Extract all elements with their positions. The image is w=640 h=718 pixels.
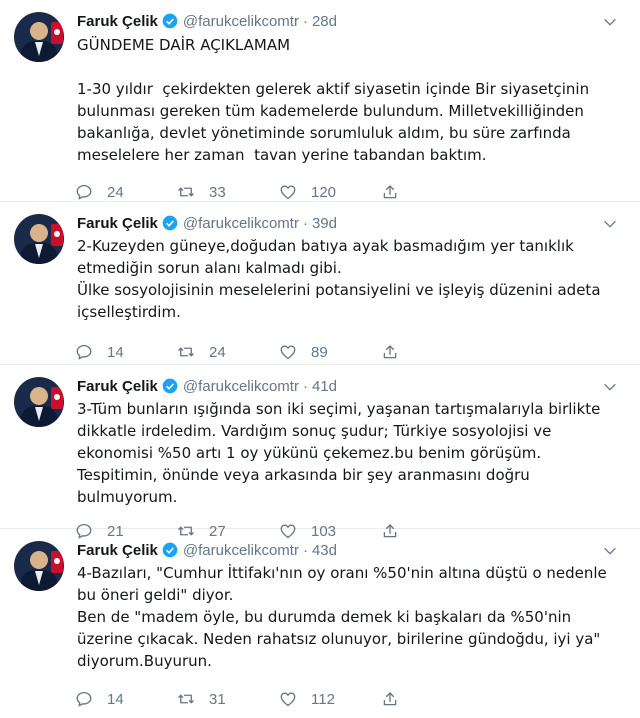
reply-icon [76, 691, 92, 707]
tweet-header: Faruk Çelik @farukcelikcomtr · 43d [77, 539, 620, 561]
reply-count: 24 [107, 183, 124, 201]
chevron-down-icon[interactable] [602, 216, 618, 232]
avatar[interactable] [14, 541, 64, 591]
tweet-header: Faruk Çelik @farukcelikcomtr · 39d [77, 212, 620, 234]
heart-icon [280, 692, 296, 707]
author-name[interactable]: Faruk Çelik [77, 542, 158, 559]
tweet-actions: 14 31 112 [75, 680, 620, 718]
tweet[interactable]: Faruk Çelik @farukcelikcomtr · 41d 3-Tüm… [0, 365, 640, 540]
tweet-text: 3-Tüm bunların ışığında son iki seçimi, … [77, 400, 601, 506]
verified-badge-icon [162, 13, 178, 29]
author-handle[interactable]: @farukcelikcomtr [183, 542, 299, 559]
chevron-down-icon[interactable] [602, 543, 618, 559]
tweet[interactable]: Faruk Çelik @farukcelikcomtr · 28d GÜNDE… [0, 0, 640, 202]
reply-icon [76, 344, 92, 360]
like-count: 120 [311, 183, 337, 201]
share-icon [383, 692, 397, 706]
reply-count: 14 [107, 343, 124, 361]
separator-dot: · [302, 541, 308, 559]
share-button[interactable] [381, 343, 483, 361]
heart-icon [280, 185, 296, 200]
tweet-timestamp[interactable]: 43d [312, 542, 337, 559]
reply-button[interactable]: 14 [75, 343, 177, 361]
tweet-feed: Faruk Çelik @farukcelikcomtr · 28d GÜNDE… [0, 0, 640, 708]
author-name[interactable]: Faruk Çelik [77, 215, 158, 232]
like-button[interactable]: 89 [279, 343, 381, 361]
reply-button[interactable]: 24 [75, 183, 177, 201]
like-button[interactable]: 120 [279, 183, 381, 201]
retweet-icon [178, 347, 194, 357]
retweet-count: 31 [209, 690, 226, 708]
reply-icon [76, 184, 92, 200]
verified-badge-icon [162, 378, 178, 394]
tweet[interactable]: Faruk Çelik @farukcelikcomtr · 39d 2-Kuz… [0, 202, 640, 365]
avatar[interactable] [14, 377, 64, 427]
tweet-timestamp[interactable]: 41d [312, 378, 337, 395]
author-handle[interactable]: @farukcelikcomtr [183, 215, 299, 232]
share-icon [383, 185, 397, 199]
tweet-text: GÜNDEME DAİR AÇIKLAMAM 1-30 yıldır çekir… [77, 36, 590, 164]
separator-dot: · [302, 12, 308, 30]
avatar[interactable] [14, 12, 64, 62]
tweet-timestamp[interactable]: 39d [312, 215, 337, 232]
tweet-timestamp[interactable]: 28d [312, 13, 337, 30]
tweet-text: 4-Bazıları, "Cumhur İttifakı'nın oy oran… [77, 564, 607, 670]
chevron-down-icon[interactable] [602, 14, 618, 30]
retweet-button[interactable]: 31 [177, 690, 279, 708]
reply-count: 14 [107, 690, 124, 708]
reply-button[interactable]: 14 [75, 690, 177, 708]
tweet-text: 2-Kuzeyden güneye,doğudan batıya ayak ba… [77, 237, 601, 321]
retweet-count: 24 [209, 343, 226, 361]
heart-icon [280, 345, 296, 360]
like-count: 112 [311, 690, 335, 708]
author-name[interactable]: Faruk Çelik [77, 13, 158, 30]
retweet-button[interactable]: 24 [177, 343, 279, 361]
verified-badge-icon [162, 215, 178, 231]
tweet-header: Faruk Çelik @farukcelikcomtr · 41d [77, 375, 620, 397]
verified-badge-icon [162, 542, 178, 558]
retweet-count: 33 [209, 183, 226, 201]
share-icon [383, 345, 397, 359]
separator-dot: · [302, 214, 308, 232]
author-handle[interactable]: @farukcelikcomtr [183, 378, 299, 395]
author-handle[interactable]: @farukcelikcomtr [183, 13, 299, 30]
retweet-button[interactable]: 33 [177, 183, 279, 201]
like-count: 89 [311, 343, 328, 361]
separator-dot: · [302, 377, 308, 395]
author-name[interactable]: Faruk Çelik [77, 378, 158, 395]
like-button[interactable]: 112 [279, 690, 381, 708]
tweet-header: Faruk Çelik @farukcelikcomtr · 28d [77, 10, 620, 32]
retweet-icon [178, 187, 194, 197]
share-button[interactable] [381, 183, 483, 201]
retweet-icon [178, 694, 194, 704]
avatar[interactable] [14, 214, 64, 264]
chevron-down-icon[interactable] [602, 379, 618, 395]
tweet[interactable]: Faruk Çelik @farukcelikcomtr · 43d 4-Baz… [0, 529, 640, 708]
share-button[interactable] [381, 690, 483, 708]
